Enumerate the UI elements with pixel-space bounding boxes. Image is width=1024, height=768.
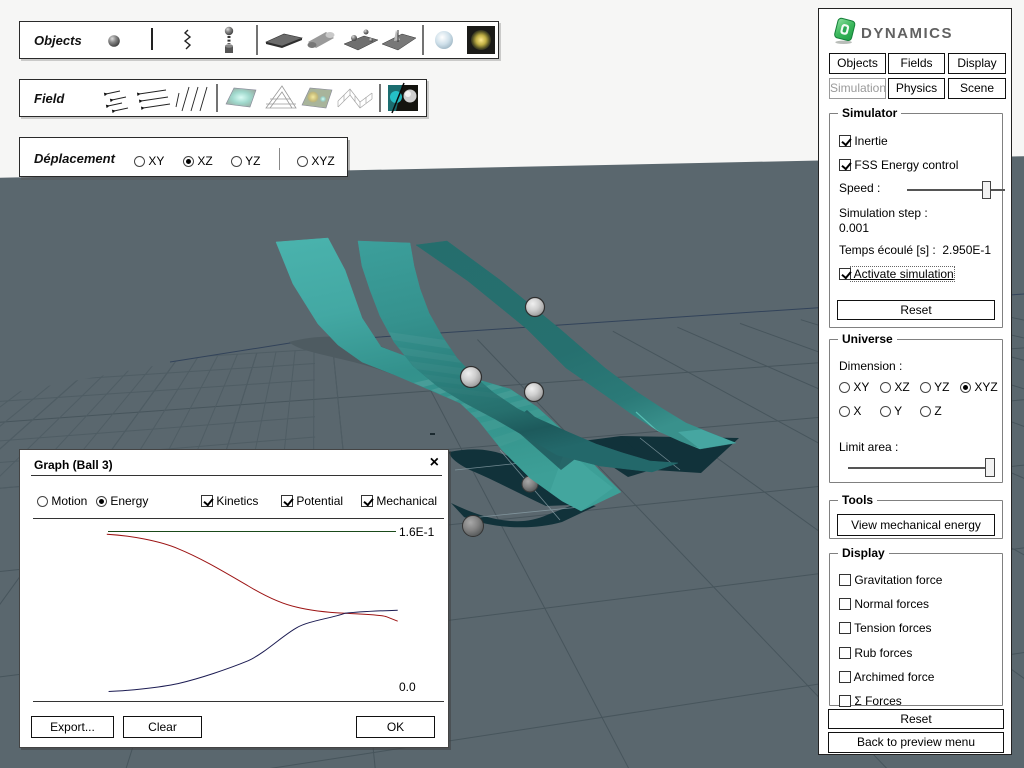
svg-text:1.6E-1: 1.6E-1: [399, 525, 435, 539]
svg-text:0.0: 0.0: [399, 680, 416, 694]
